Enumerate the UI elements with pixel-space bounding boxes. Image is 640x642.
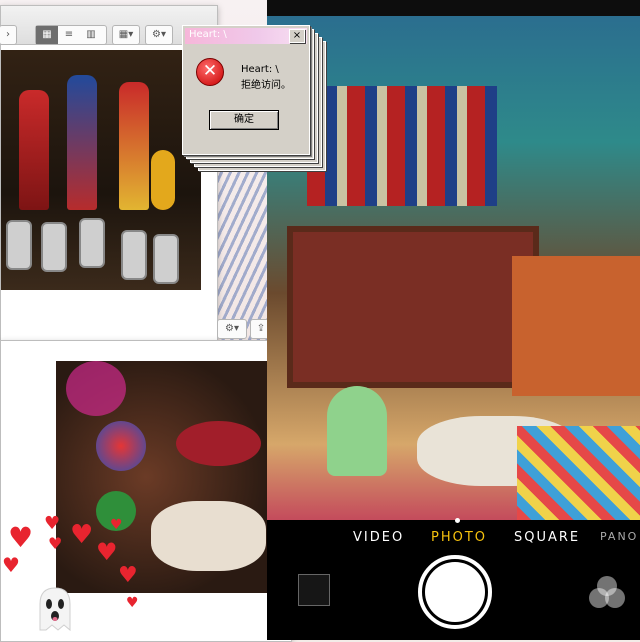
action-button[interactable]: ⚙▾ [217, 319, 247, 339]
icon-view-icon[interactable]: ▦ [36, 26, 58, 44]
back-button[interactable]: › [0, 25, 17, 45]
flower-pot [151, 150, 175, 210]
mosaic-candle-holder [96, 421, 146, 471]
cola-bottle [119, 82, 149, 210]
shutter-button[interactable] [425, 562, 485, 622]
photo-bottles-and-watches[interactable] [1, 50, 201, 290]
wristwatch [121, 230, 147, 280]
cola-bottle [19, 90, 49, 210]
heart-icon: ♥ [126, 595, 139, 611]
cola-bottle [67, 75, 97, 210]
wristwatch [79, 218, 105, 268]
mode-photo[interactable]: PHOTO [431, 530, 487, 545]
dialog-title-bar[interactable]: Heart: \ × [185, 28, 307, 44]
wristwatch [153, 234, 179, 284]
mode-pano[interactable]: PANO [600, 530, 638, 543]
list-view-icon[interactable]: ≡ [58, 26, 80, 44]
filters-button[interactable] [589, 576, 625, 612]
pink-flowers [66, 361, 126, 416]
action-button[interactable]: ⚙▾ [145, 25, 173, 45]
heart-icon: ♥ [70, 520, 94, 550]
dialog-message-line2: 拒绝访问。 [241, 80, 291, 91]
mode-video[interactable]: VIDEO [353, 530, 404, 545]
heart-icon: ♥ [118, 563, 138, 588]
wristwatch [41, 222, 67, 272]
dialog-message-line1: Heart: \ [241, 64, 279, 75]
gear-icon: ⚙ [225, 323, 234, 334]
ok-button[interactable]: 确定 [209, 110, 279, 130]
heart-icon: ♥ [2, 553, 20, 577]
heart-icon: ♥ [44, 513, 61, 534]
mode-square[interactable]: SQUARE [514, 530, 580, 545]
view-mode-segmented-control[interactable]: ▦ ≡ ▥ [35, 25, 107, 45]
bottle-shelf [307, 86, 497, 206]
error-x-icon: ✕ [196, 58, 224, 86]
wristwatch [6, 220, 32, 270]
wooden-crate [512, 256, 640, 396]
camera-mode-selector[interactable]: VIDEO PHOTO SQUARE PANO [267, 522, 640, 556]
chevron-right-icon: › [6, 29, 10, 40]
mosaic-table [517, 426, 640, 520]
last-photo-thumbnail[interactable] [298, 574, 330, 606]
pearl-jewelry-pile [151, 501, 266, 571]
arrange-button[interactable]: ▦▾ [112, 25, 140, 45]
dialog-message: Heart: \ 拒绝访问。 [241, 62, 291, 94]
ghost-icon [39, 587, 71, 632]
heart-icon: ♥ [96, 538, 118, 566]
close-button[interactable]: × [289, 29, 305, 43]
heart-icon: ♥ [110, 517, 123, 533]
wooden-shelf [287, 226, 539, 388]
heart-icon: ♥ [48, 534, 63, 553]
error-dialog[interactable]: Heart: \ × ✕ Heart: \ 拒绝访问。 确定 [182, 25, 310, 155]
close-icon: × [292, 30, 302, 41]
photo-jewelry-boxes[interactable] [56, 361, 281, 593]
dialog-title: Heart: \ [189, 29, 227, 40]
heart-icon: ♥ [8, 521, 34, 554]
red-jewelry-bowl [176, 421, 261, 466]
filter-circle-icon [605, 588, 625, 608]
share-icon: ⇪ [256, 323, 266, 334]
column-view-icon[interactable]: ▥ [80, 26, 102, 44]
camera-top-bar [267, 0, 640, 16]
cactus-ornament [327, 386, 387, 476]
gear-icon: ⚙ [152, 29, 161, 40]
